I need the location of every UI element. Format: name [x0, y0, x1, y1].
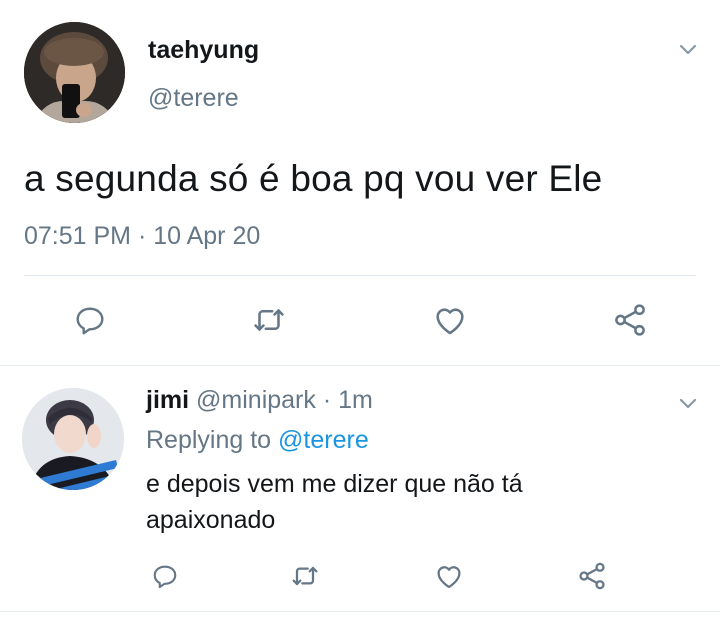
- author-name[interactable]: jimi: [146, 386, 189, 414]
- share-icon[interactable]: [575, 559, 609, 593]
- tweet-separator: [0, 611, 720, 612]
- retweet-icon[interactable]: [288, 559, 322, 593]
- like-icon[interactable]: [432, 559, 466, 593]
- tweet-timestamp[interactable]: 07:51 PM · 10 Apr 20: [24, 222, 260, 251]
- replying-prefix: Replying to: [146, 426, 279, 454]
- avatar-photo: [24, 22, 125, 123]
- share-icon[interactable]: [610, 300, 650, 340]
- replying-handle-link[interactable]: @terere: [278, 426, 369, 454]
- replying-to: Replying to @terere: [146, 426, 369, 455]
- meta-separator: ·: [315, 386, 339, 414]
- tweet-text: a segunda só é boa pq vou ver Ele: [24, 158, 603, 199]
- like-icon[interactable]: [430, 300, 470, 340]
- reply-icon[interactable]: [148, 559, 182, 593]
- reply-header: jimi @minipark · 1m: [146, 386, 373, 415]
- avatar[interactable]: [22, 388, 124, 490]
- reply-icon[interactable]: [70, 300, 110, 340]
- reply-text: e depois vem me dizer que não tá apaixon…: [146, 470, 523, 534]
- author-handle[interactable]: @minipark: [196, 386, 316, 414]
- author-name[interactable]: taehyung: [148, 36, 259, 65]
- reply-tweet: jimi @minipark · 1m Replying to @terere …: [0, 366, 720, 625]
- chevron-down-icon[interactable]: [677, 38, 699, 60]
- retweet-icon[interactable]: [249, 300, 289, 340]
- avatar[interactable]: [24, 22, 125, 123]
- relative-time[interactable]: 1m: [338, 386, 373, 414]
- chevron-down-icon[interactable]: [677, 392, 699, 414]
- author-handle[interactable]: @terere: [148, 84, 239, 113]
- avatar-photo: [22, 388, 124, 490]
- main-tweet: taehyung @terere a segunda só é boa pq v…: [0, 0, 720, 366]
- divider: [24, 275, 696, 276]
